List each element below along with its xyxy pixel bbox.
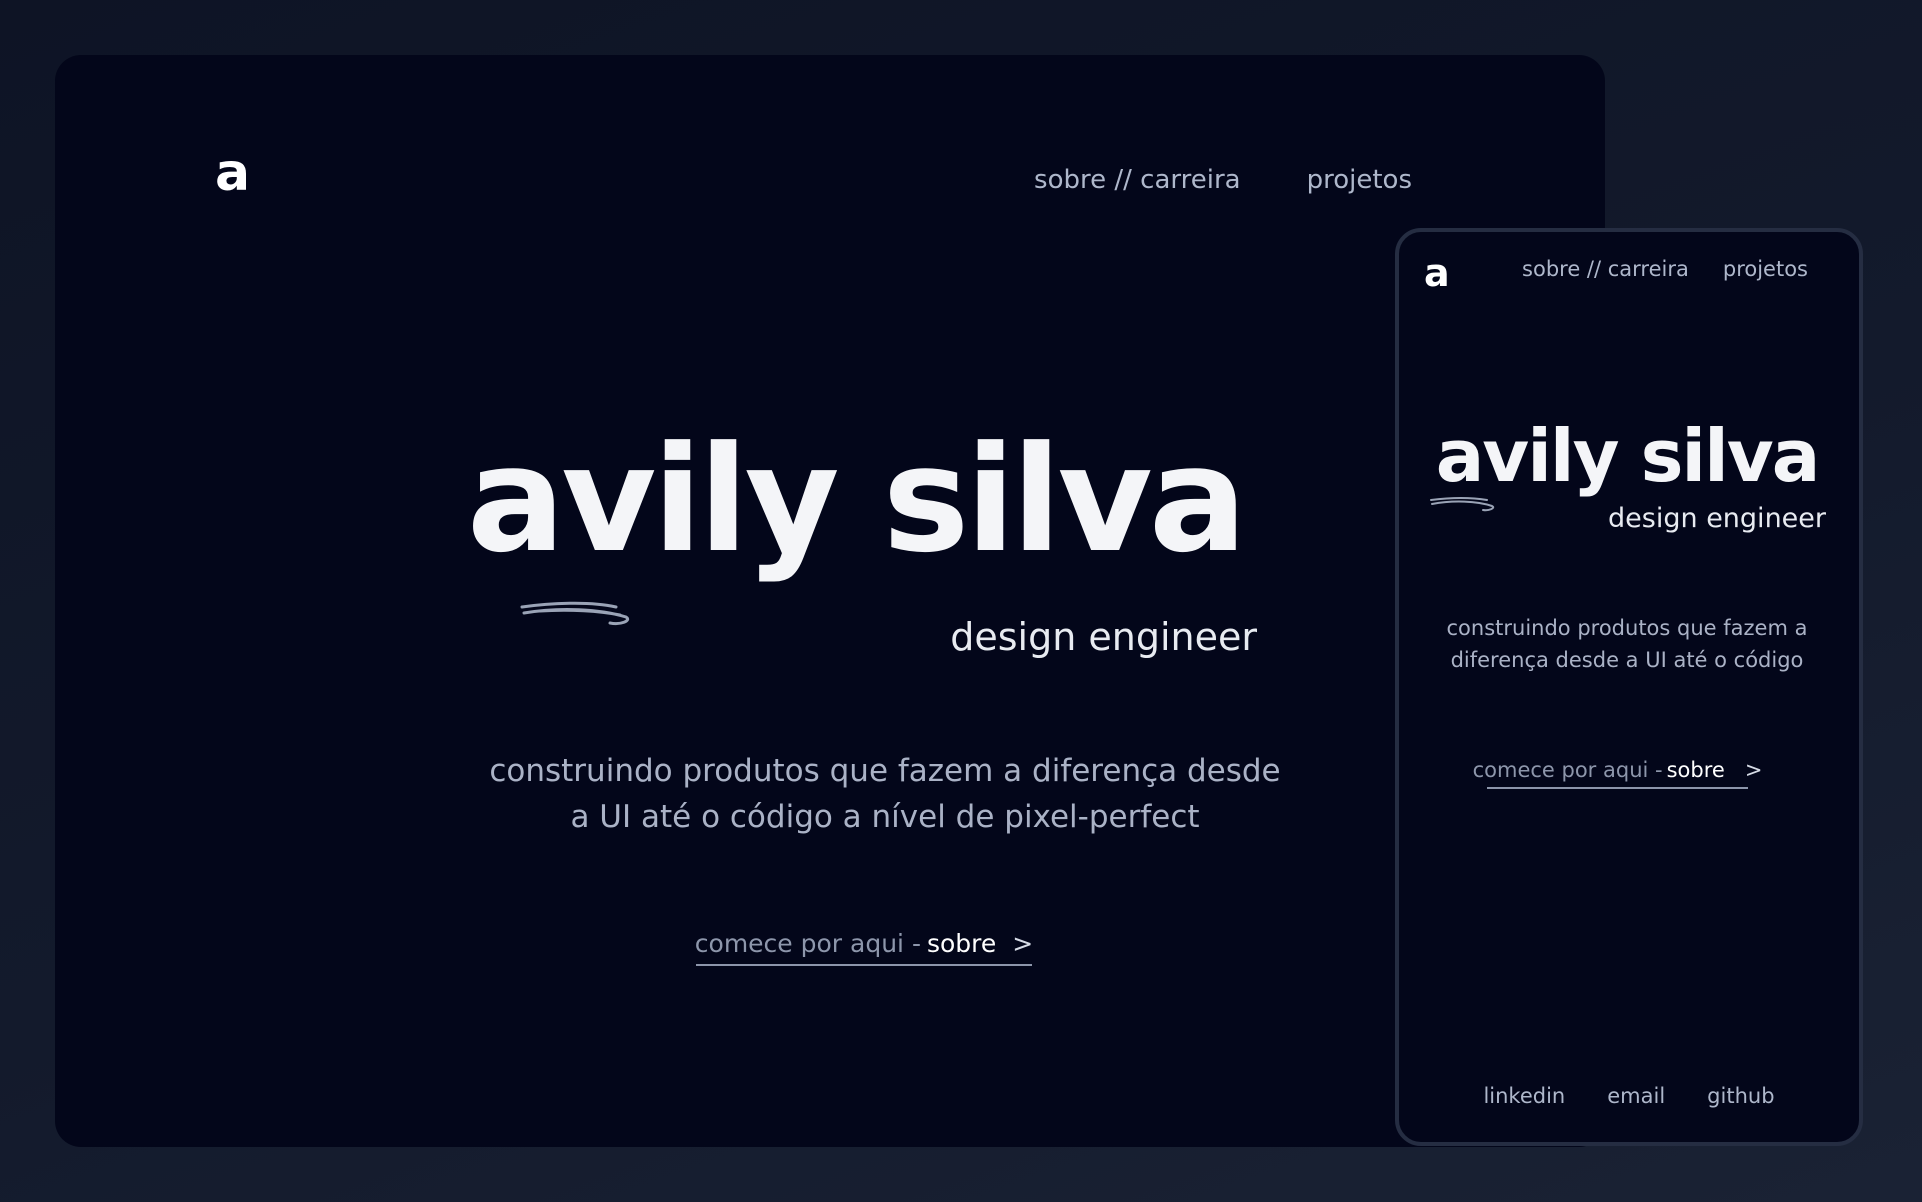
cta-link-sobre-mobile[interactable]: comece por aqui - sobre >: [1473, 753, 1762, 789]
mobile-mockup: a sobre // carreira projetos avily silva…: [1395, 228, 1863, 1146]
hero-tagline-mobile: construindo produtos que fazem a diferen…: [1446, 616, 1808, 672]
chevron-right-icon: >: [1012, 928, 1034, 958]
main-nav: sobre // carreira projetos: [1034, 167, 1412, 193]
main-nav-mobile: sobre // carreira projetos: [1522, 259, 1808, 280]
hero-tagline: construindo produtos que fazem a diferen…: [489, 753, 1281, 835]
footer-link-email[interactable]: email: [1607, 1086, 1665, 1107]
footer-link-linkedin[interactable]: linkedin: [1483, 1086, 1565, 1107]
hero-role-mobile: design engineer: [1608, 503, 1826, 534]
cta-prefix: comece por aqui -: [694, 928, 921, 958]
logo[interactable]: a: [215, 147, 250, 199]
hero-name: avily silva: [466, 415, 1247, 585]
squiggle-underline-icon: [520, 601, 629, 625]
nav-link-sobre-carreira-mobile[interactable]: sobre // carreira: [1522, 259, 1689, 280]
nav-link-sobre-carreira[interactable]: sobre // carreira: [1034, 167, 1241, 193]
squiggle-underline-icon-mobile: [1430, 497, 1495, 512]
hero-name-mobile: avily silva: [1435, 414, 1821, 498]
footer-link-github[interactable]: github: [1707, 1086, 1774, 1107]
chevron-right-icon-mobile: >: [1744, 757, 1763, 782]
social-footer: linkedin email github: [1399, 1086, 1859, 1107]
logo-mobile[interactable]: a: [1424, 254, 1450, 292]
cta-link-sobre[interactable]: comece por aqui - sobre >: [694, 922, 1034, 966]
hero-role: design engineer: [950, 615, 1257, 659]
nav-link-projetos-mobile[interactable]: projetos: [1723, 259, 1808, 280]
cta-link-label-mobile: sobre: [1666, 757, 1725, 782]
cta-link-label: sobre: [926, 928, 997, 958]
nav-link-projetos[interactable]: projetos: [1307, 167, 1412, 193]
desktop-mockup: a sobre // carreira projetos avily silva…: [55, 55, 1605, 1147]
cta-prefix-mobile: comece por aqui -: [1472, 757, 1663, 782]
